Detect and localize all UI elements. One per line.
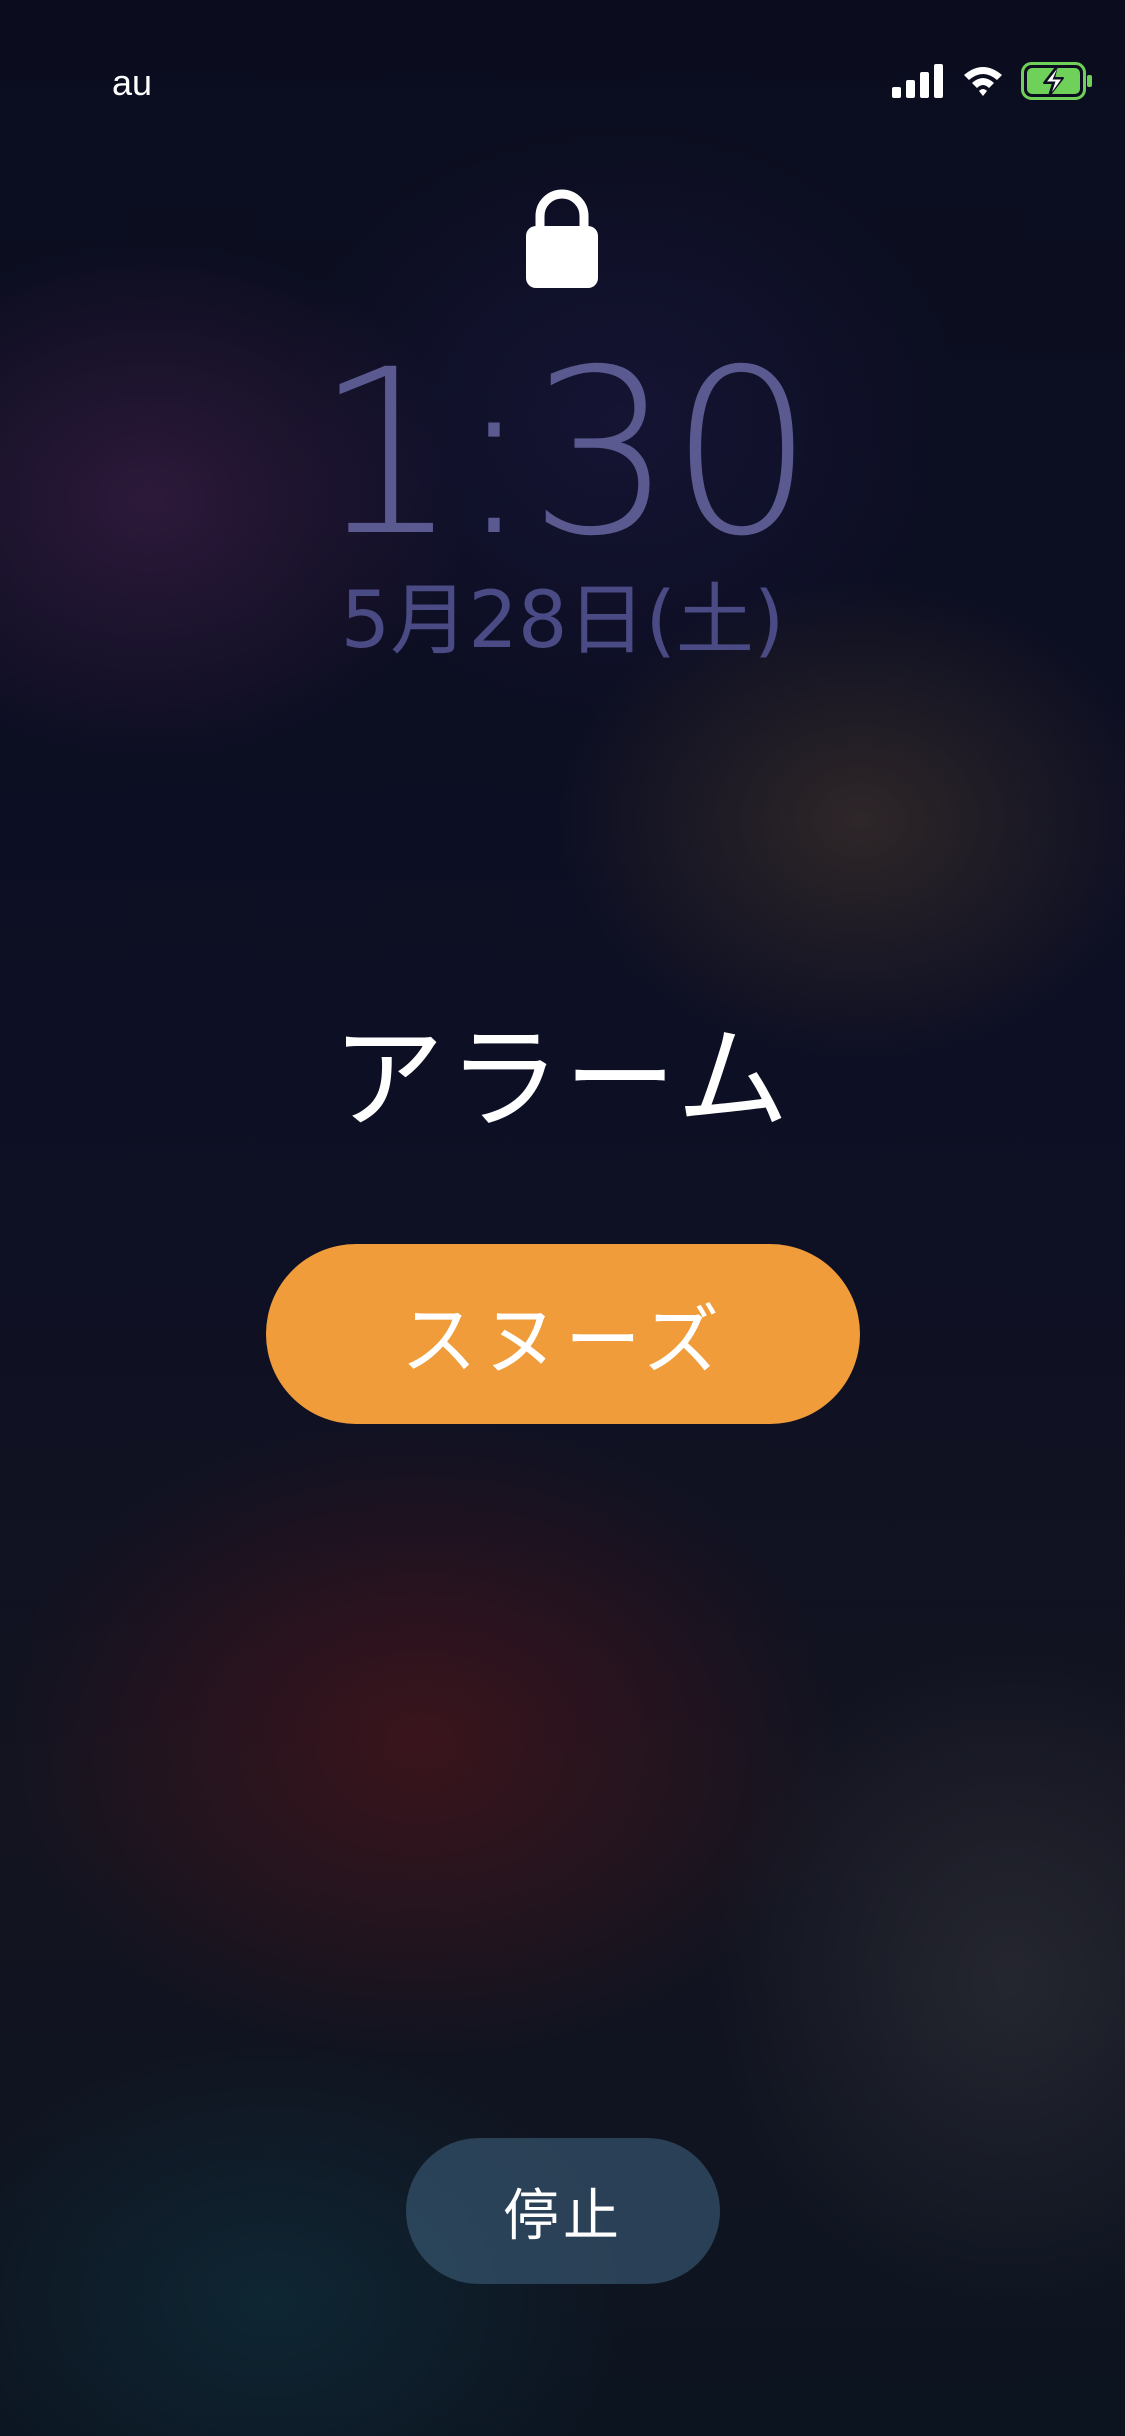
snooze-button[interactable]: スヌーズ	[266, 1244, 860, 1424]
cellular-signal-icon	[892, 64, 943, 98]
lock-icon	[526, 189, 598, 288]
lock-screen-date: 5月28日(土)	[340, 576, 785, 666]
alarm-title: アラーム	[332, 1015, 793, 1145]
battery-charging-icon	[1021, 62, 1092, 100]
status-bar: au	[0, 0, 1125, 120]
carrier-name: au	[112, 62, 153, 103]
lock-screen-time: 1:30	[314, 320, 815, 586]
wifi-icon	[964, 67, 1002, 96]
stop-button[interactable]: 停止	[406, 2138, 720, 2284]
